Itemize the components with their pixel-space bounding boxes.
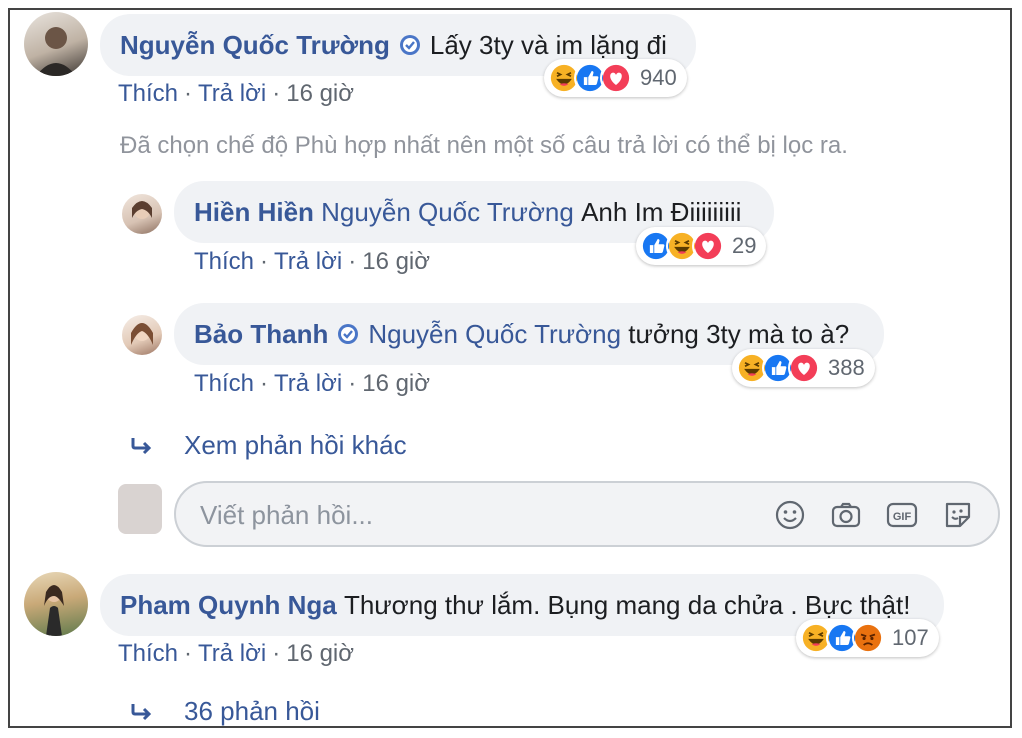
reaction-summary[interactable]: 940 [544,59,687,97]
love-reaction-icon [788,352,820,384]
gif-icon[interactable]: GIF [886,499,918,531]
avatar[interactable] [122,194,162,234]
reply-link[interactable]: Trả lời [198,80,266,107]
camera-icon[interactable] [830,499,862,531]
filter-note: Đã chọn chế độ Phù hợp nhất nên một số c… [120,132,848,159]
love-reaction-icon [692,230,724,262]
reply-arrow-icon [130,434,154,458]
reaction-summary[interactable]: 388 [732,349,875,387]
timestamp[interactable]: 16 giờ [286,80,354,107]
avatar-photo-icon [132,201,152,219]
reaction-count: 107 [892,625,929,650]
commenter-name[interactable]: Hiền Hiền [194,197,314,228]
mention-tag[interactable]: Nguyễn Quốc Trường [368,319,621,350]
comment-actions: Thích · Trả lời · 16 giờ [118,80,354,107]
avatar[interactable] [24,572,88,636]
verified-badge-icon [398,33,422,57]
reaction-count: 29 [732,233,757,258]
replies-count-link[interactable]: 36 phản hồi [130,696,320,727]
sticker-icon[interactable] [942,499,974,531]
commenter-name[interactable]: Bảo Thanh [194,319,328,350]
avatar-photo-icon [131,323,153,345]
reply-input[interactable] [198,493,742,537]
timestamp[interactable]: 16 giờ [362,248,430,275]
reaction-summary[interactable]: 29 [636,227,767,265]
svg-text:GIF: GIF [893,511,912,523]
comment-actions: Thích · Trả lời · 16 giờ [118,640,354,667]
avatar [118,484,162,534]
avatar[interactable] [24,12,88,76]
reaction-count: 388 [828,355,865,380]
emoji-icon[interactable] [774,499,806,531]
verified-badge-icon [336,322,360,346]
reply-composer: GIF [174,481,1000,547]
view-more-replies[interactable]: Xem phản hồi khác [130,430,407,461]
avatar-photo-icon [36,27,76,76]
replies-count-label[interactable]: 36 phản hồi [184,696,320,727]
comment-text: Thương thư lắm. Bụng mang da chửa . Bực … [343,589,911,620]
avatar-photo-icon [44,585,64,636]
comment-text: Lấy 3ty và im lặng đi [429,29,667,60]
view-more-replies-label[interactable]: Xem phản hồi khác [184,430,407,461]
commenter-name[interactable]: Pham Quynh Nga [120,590,337,621]
reply-link[interactable]: Trả lời [274,248,342,275]
like-link[interactable]: Thích [118,80,178,107]
love-reaction-icon [600,62,632,94]
like-link[interactable]: Thích [194,248,254,275]
comment-actions: Thích · Trả lời · 16 giờ [194,248,430,275]
avatar[interactable] [122,315,162,355]
comment-text: Anh Im Điiiiiiiii [581,196,742,227]
reply-link[interactable]: Trả lời [198,640,266,667]
comment-actions: Thích · Trả lời · 16 giờ [194,370,430,397]
comment-text: tưởng 3ty mà to à? [628,318,850,349]
timestamp[interactable]: 16 giờ [286,640,354,667]
reply-link[interactable]: Trả lời [274,370,342,397]
like-link[interactable]: Thích [194,370,254,397]
commenter-name[interactable]: Nguyễn Quốc Trường [120,30,390,61]
timestamp[interactable]: 16 giờ [362,370,430,397]
like-link[interactable]: Thích [118,640,178,667]
reaction-summary[interactable]: 107 [796,619,939,657]
angry-reaction-icon [852,622,884,654]
reply-arrow-icon [130,700,154,724]
reaction-count: 940 [640,65,677,90]
mention-tag[interactable]: Nguyễn Quốc Trường [321,197,574,228]
